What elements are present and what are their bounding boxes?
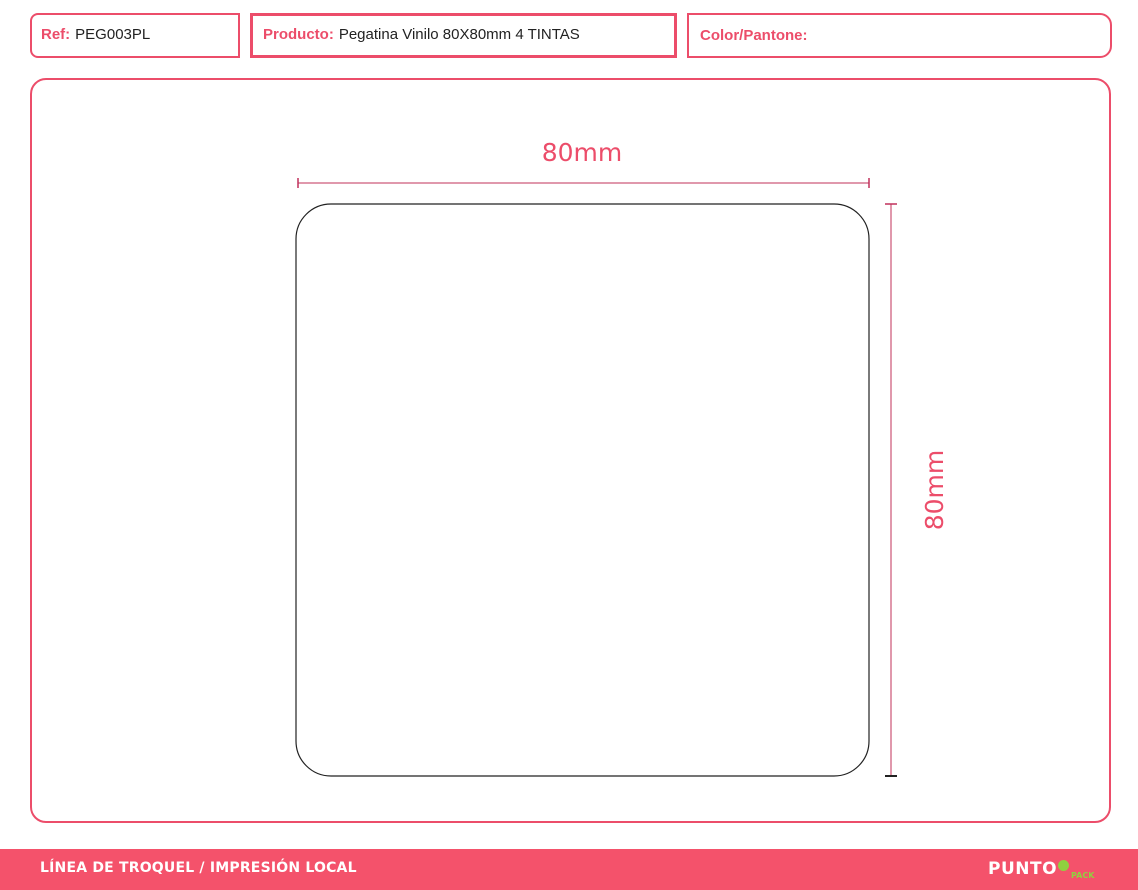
height-dimension-label: 80mm	[920, 450, 949, 531]
brand-logo-word: PUNTO	[988, 859, 1058, 879]
sticker-die-line	[295, 203, 870, 777]
footer-title: LÍNEA DE TROQUEL / IMPRESIÓN LOCAL	[40, 860, 357, 876]
brand-logo-mark-icon	[1058, 860, 1069, 871]
brand-logo-sub: PACK	[1071, 871, 1095, 880]
footer-bar: LÍNEA DE TROQUEL / IMPRESIÓN LOCAL PUNTO…	[0, 849, 1138, 890]
die-line-drawing: 80mm 80mm	[295, 138, 949, 777]
width-dimension-label: 80mm	[542, 138, 623, 167]
